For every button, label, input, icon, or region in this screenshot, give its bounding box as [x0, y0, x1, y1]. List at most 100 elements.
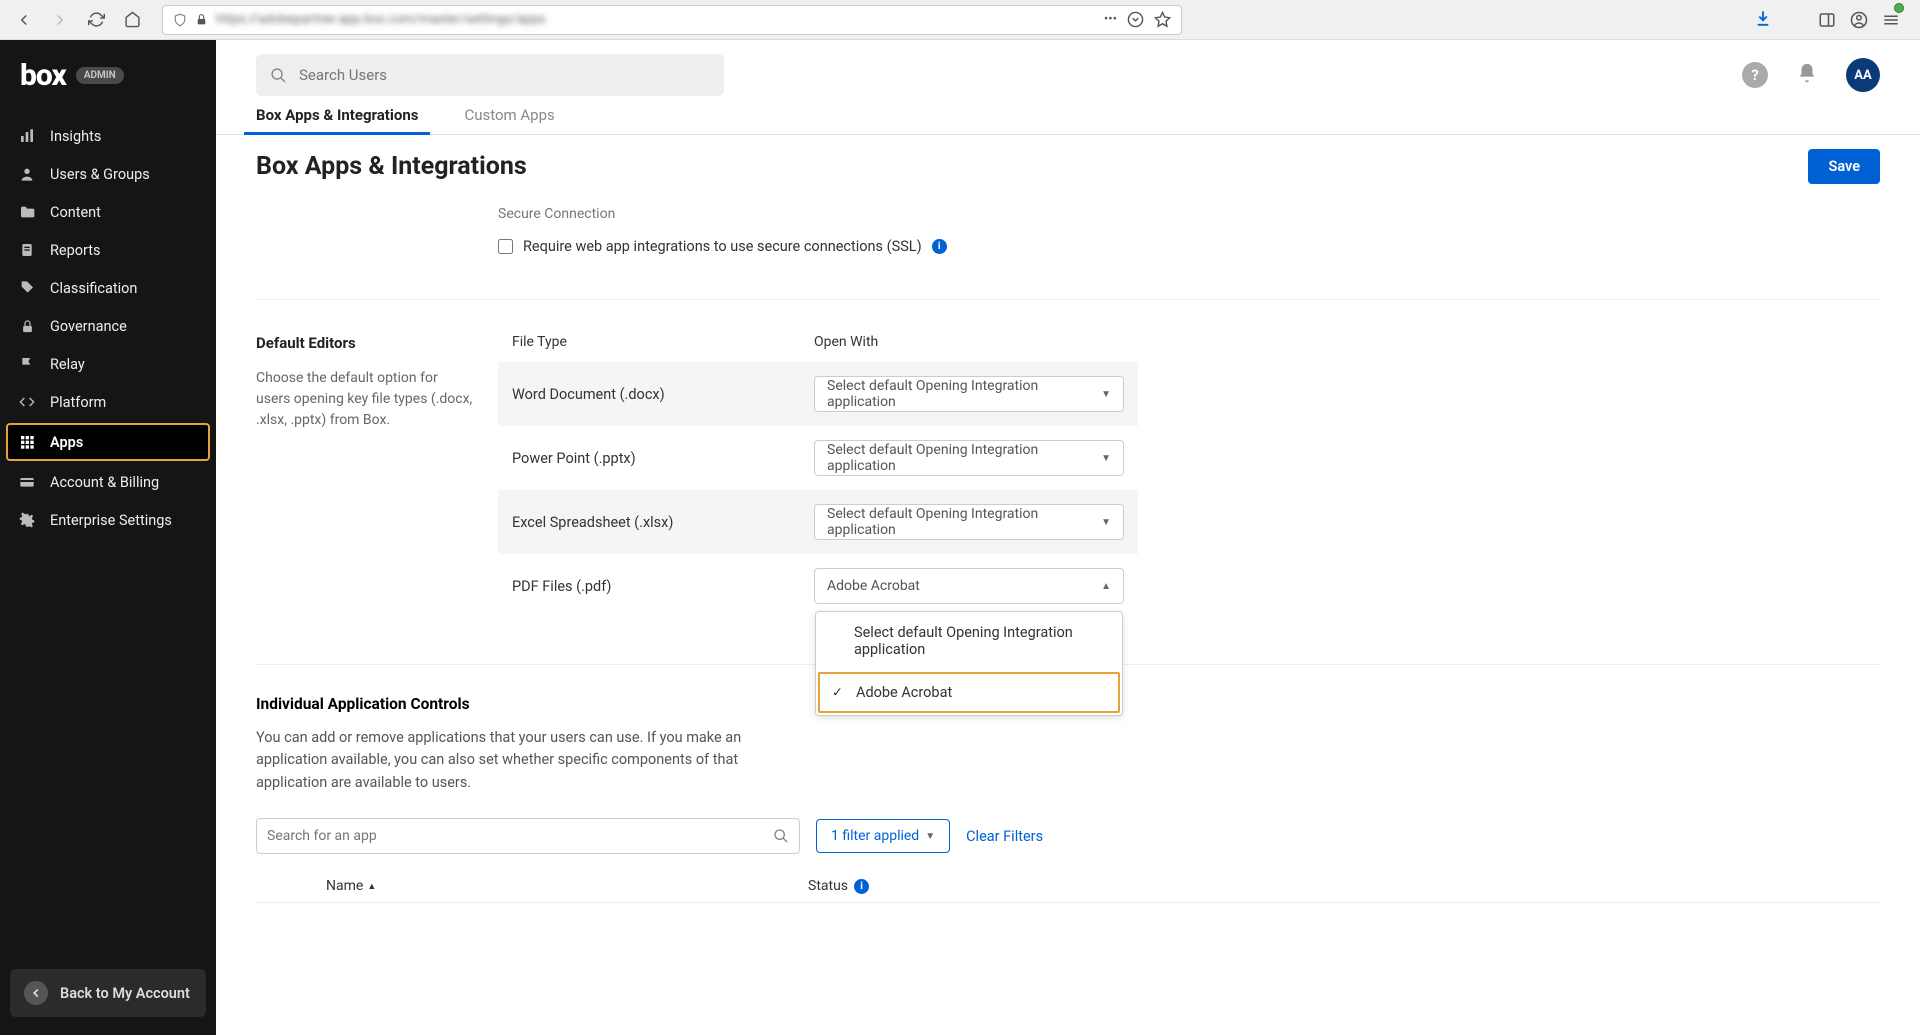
col-file-type: File Type: [512, 334, 814, 350]
sidebar-item-reports[interactable]: Reports: [0, 231, 216, 269]
sidebar-item-label: Platform: [50, 394, 106, 411]
card-icon: [18, 473, 36, 491]
sidebar-item-enterprise[interactable]: Enterprise Settings: [0, 501, 216, 539]
browser-reload[interactable]: [82, 6, 110, 34]
more-icon[interactable]: •••: [1104, 12, 1117, 27]
sidebar-item-label: Account & Billing: [50, 474, 159, 491]
ssl-checkbox[interactable]: [498, 239, 513, 254]
gear-icon: [18, 511, 36, 529]
back-to-account[interactable]: Back to My Account: [10, 969, 206, 1017]
search-icon: [773, 828, 789, 844]
sidebar-item-governance[interactable]: Governance: [0, 307, 216, 345]
info-icon[interactable]: i: [932, 239, 947, 254]
app-search-input[interactable]: [267, 828, 773, 844]
save-button[interactable]: Save: [1808, 149, 1880, 184]
sidebar-item-label: Apps: [50, 434, 83, 451]
col-open-with: Open With: [814, 334, 878, 350]
user-icon: [18, 165, 36, 183]
editor-row-word: Word Document (.docx) Select default Ope…: [498, 362, 1138, 426]
sidebar-item-label: Classification: [50, 280, 137, 297]
chevron-down-icon: ▼: [1101, 517, 1111, 528]
sidebar-item-classification[interactable]: Classification: [0, 269, 216, 307]
document-icon: [18, 241, 36, 259]
sidebar-item-label: Insights: [50, 128, 101, 145]
search-input[interactable]: [299, 66, 710, 84]
help-icon[interactable]: ?: [1742, 62, 1768, 88]
search-users[interactable]: [256, 54, 724, 96]
browser-home[interactable]: [118, 6, 146, 34]
dropdown-option-default[interactable]: Select default Opening Integration appli…: [816, 612, 1122, 670]
pocket-icon[interactable]: [1127, 11, 1144, 28]
sidebar-icon[interactable]: [1818, 11, 1836, 29]
iac-desc: You can add or remove applications that …: [256, 727, 796, 794]
account-icon[interactable]: [1850, 11, 1868, 29]
logo: box: [20, 58, 66, 93]
pdf-dropdown: Select default Opening Integration appli…: [815, 611, 1123, 716]
chevron-down-icon: ▼: [925, 831, 935, 842]
file-type-label: Power Point (.pptx): [512, 450, 814, 467]
page-title: Box Apps & Integrations: [256, 152, 527, 181]
file-type-label: Word Document (.docx): [512, 386, 814, 403]
lock-icon: [18, 317, 36, 335]
library-icon[interactable]: [1786, 11, 1804, 29]
editor-row-pdf: PDF Files (.pdf) Adobe Acrobat▲ Select d…: [498, 554, 1138, 618]
filter-applied-button[interactable]: 1 filter applied▼: [816, 819, 950, 853]
admin-badge: ADMIN: [76, 67, 124, 84]
sidebar-item-label: Content: [50, 204, 101, 221]
sidebar-item-insights[interactable]: Insights: [0, 117, 216, 155]
ssl-checkbox-row[interactable]: Require web app integrations to use secu…: [498, 238, 1880, 255]
select-word[interactable]: Select default Opening Integration appli…: [814, 376, 1124, 412]
editors-heading: Default Editors: [256, 334, 474, 352]
sidebar-item-label: Users & Groups: [50, 166, 150, 183]
browser-toolbar: https://adobepartner.app.box.com/master/…: [0, 0, 1920, 40]
select-pdf[interactable]: Adobe Acrobat▲ Select default Opening In…: [814, 568, 1124, 604]
lock-icon: [195, 13, 208, 26]
sidebar-item-label: Relay: [50, 356, 85, 373]
url-text: https://adobepartner.app.box.com/master/…: [216, 12, 545, 27]
col-status[interactable]: Statusi: [808, 878, 869, 894]
sidebar-item-apps[interactable]: Apps: [6, 423, 210, 461]
select-ppt[interactable]: Select default Opening Integration appli…: [814, 440, 1124, 476]
tab-box-apps[interactable]: Box Apps & Integrations: [256, 106, 418, 134]
chevron-left-icon: [24, 981, 48, 1005]
sidebar-item-content[interactable]: Content: [0, 193, 216, 231]
sort-asc-icon: ▲: [367, 881, 376, 892]
shield-icon: [173, 13, 187, 27]
star-icon[interactable]: [1154, 11, 1171, 28]
download-icon[interactable]: [1754, 9, 1772, 31]
folder-icon: [18, 203, 36, 221]
tab-custom-apps[interactable]: Custom Apps: [464, 106, 554, 134]
col-name[interactable]: Name▲: [326, 878, 808, 894]
tabs: Box Apps & Integrations Custom Apps: [216, 96, 1920, 135]
sidebar-item-billing[interactable]: Account & Billing: [0, 463, 216, 501]
grid-icon: [18, 433, 36, 451]
ssl-label: Require web app integrations to use secu…: [523, 238, 922, 255]
sidebar: box ADMIN Insights Users & Groups Conten…: [0, 40, 216, 1035]
chevron-up-icon: ▲: [1101, 581, 1111, 592]
avatar[interactable]: AA: [1846, 58, 1880, 92]
browser-back[interactable]: [10, 6, 38, 34]
sidebar-item-relay[interactable]: Relay: [0, 345, 216, 383]
select-excel[interactable]: Select default Opening Integration appli…: [814, 504, 1124, 540]
file-type-label: PDF Files (.pdf): [512, 578, 814, 595]
menu-icon[interactable]: [1882, 11, 1900, 29]
default-editors-section: Default Editors Choose the default optio…: [256, 300, 1880, 665]
clear-filters[interactable]: Clear Filters: [966, 828, 1043, 845]
editors-desc: Choose the default option for users open…: [256, 368, 474, 431]
url-bar[interactable]: https://adobepartner.app.box.com/master/…: [162, 5, 1182, 35]
info-icon[interactable]: i: [854, 879, 869, 894]
sidebar-item-label: Reports: [50, 242, 101, 259]
sidebar-item-users[interactable]: Users & Groups: [0, 155, 216, 193]
main-content: ? AA Box Apps & Integrations Custom Apps…: [216, 40, 1920, 1035]
sidebar-item-platform[interactable]: Platform: [0, 383, 216, 421]
app-search[interactable]: [256, 818, 800, 854]
dropdown-option-acrobat[interactable]: ✓Adobe Acrobat: [818, 672, 1120, 713]
chevron-down-icon: ▼: [1101, 453, 1111, 464]
flag-icon: [18, 355, 36, 373]
bell-icon[interactable]: [1796, 62, 1818, 88]
secure-heading: Secure Connection: [498, 206, 1880, 222]
editor-row-ppt: Power Point (.pptx) Select default Openi…: [498, 426, 1138, 490]
sidebar-item-label: Enterprise Settings: [50, 512, 172, 529]
sidebar-item-label: Governance: [50, 318, 127, 335]
browser-forward[interactable]: [46, 6, 74, 34]
